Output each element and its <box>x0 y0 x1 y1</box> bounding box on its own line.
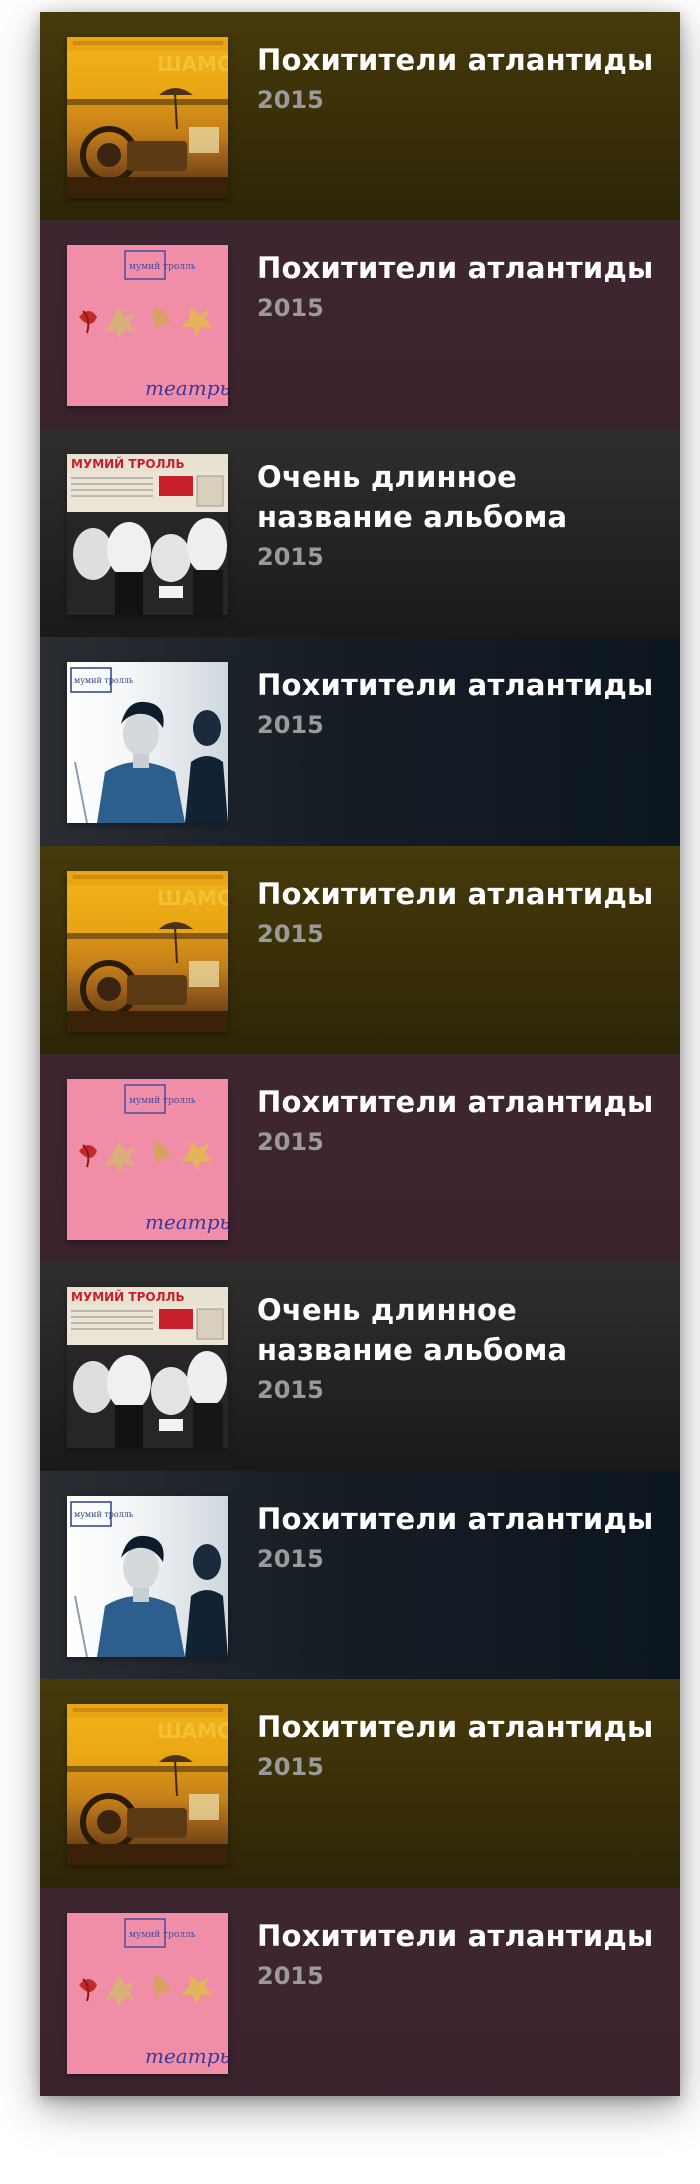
album-row-9[interactable]: ШАМОРА Похитители атлантиды 2015 <box>40 1679 680 1888</box>
album-cover: мумий тролль <box>67 1495 228 1657</box>
album-info: Похитители атлантиды 2015 <box>257 874 660 950</box>
cover-art: ШАМОРА <box>67 37 228 198</box>
album-info: Похитители атлантиды 2015 <box>257 1082 660 1158</box>
cover-art: мумий тролль театры <box>79 1084 228 1234</box>
album-year: 2015 <box>257 711 324 740</box>
cover-art: мумий тролль <box>70 1500 228 1657</box>
cover-art: мумий тролль <box>70 667 228 824</box>
album-info: Очень длинное название альбома 2015 <box>257 1290 660 1406</box>
cover-art: мумий тролль театры <box>79 1917 228 2068</box>
album-year: 2015 <box>257 1753 324 1782</box>
cover-title-text: ШАМОРА <box>157 52 228 76</box>
album-cover: мумий тролль театры <box>67 245 228 407</box>
album-row-2[interactable]: мумий тролль театры Похитители атлантиды … <box>40 220 680 429</box>
cover-art: мумий тролль театры <box>79 250 228 400</box>
album-info: Похитители атлантиды 2015 <box>257 1707 660 1783</box>
cover-art: ШАМОРА <box>67 1704 228 1866</box>
cover-script-text: театры <box>145 1210 228 1234</box>
album-row-8[interactable]: мумий тролль Похитители атлантиды 2015 <box>40 1470 680 1680</box>
album-title: Похитители атлантиды <box>257 668 654 703</box>
cover-title-text: мумий тролль <box>74 1510 134 1519</box>
album-cover: мумий тролль театры <box>67 1078 228 1240</box>
album-title: Похитители атлантиды <box>257 1710 654 1745</box>
album-row-6[interactable]: мумий тролль театры Похитители атлантиды … <box>40 1053 680 1263</box>
album-info: Похитители атлантиды 2015 <box>257 40 660 116</box>
cover-title-text: МУМИЙ ТРОЛЛЬ <box>71 456 185 471</box>
album-row-5[interactable]: ШАМОРА Похитители атлантиды 2015 <box>40 845 680 1054</box>
cover-title-text: МУМИЙ ТРОЛЛЬ <box>71 1289 185 1304</box>
album-title: Похитители атлантиды <box>257 1501 654 1536</box>
album-cover: мумий тролль <box>67 662 228 824</box>
album-title: Похитители атлантиды <box>257 1084 654 1119</box>
album-cover: МУМИЙ ТРОЛЛЬ <box>67 1287 228 1449</box>
album-row-7[interactable]: МУМИЙ ТРОЛЛЬ Очень длинное название альб… <box>40 1262 680 1471</box>
album-info: Очень длинное название альбома 2015 <box>257 457 660 573</box>
album-cover: МУМИЙ ТРОЛЛЬ <box>67 453 228 615</box>
cover-title-text: мумий тролль <box>129 262 196 272</box>
cover-title-text: мумий тролль <box>129 1096 196 1106</box>
album-year: 2015 <box>257 1544 324 1573</box>
album-info: Похитители атлантиды 2015 <box>257 248 660 324</box>
album-cover: ШАМОРА <box>67 870 228 1032</box>
album-row-3[interactable]: МУМИЙ ТРОЛЛЬ Очень длинное название альб… <box>40 428 680 638</box>
album-year: 2015 <box>257 1961 324 1990</box>
album-year: 2015 <box>257 919 324 948</box>
cover-title-text: мумий тролль <box>74 676 134 685</box>
album-year: 2015 <box>257 542 324 571</box>
album-title: Похитители атлантиды <box>257 1918 654 1953</box>
album-list: ШАМОРА Похитители атлантиды 2015 мумий т… <box>40 12 680 2096</box>
album-title: Очень длинное название альбома <box>257 459 568 534</box>
cover-art: МУМИЙ ТРОЛЛЬ <box>67 1287 228 1449</box>
cover-script-text: театры <box>145 2044 228 2068</box>
album-title: Похитители атлантиды <box>257 43 654 77</box>
album-cover: мумий тролль театры <box>67 1912 228 2074</box>
album-info: Похитители атлантиды 2015 <box>257 1499 660 1575</box>
album-year: 2015 <box>257 1376 324 1405</box>
cover-title-text: ШАМОРА <box>157 886 228 910</box>
album-row-10[interactable]: мумий тролль театры Похитители атлантиды … <box>40 1887 680 2096</box>
cover-art: МУМИЙ ТРОЛЛЬ <box>67 453 228 615</box>
album-year: 2015 <box>257 86 324 114</box>
album-cover: ШАМОРА <box>67 1704 228 1866</box>
cover-title-text: мумий тролль <box>129 1930 196 1940</box>
album-year: 2015 <box>257 294 324 323</box>
album-title: Похитители атлантиды <box>257 876 654 911</box>
album-cover: ШАМОРА <box>67 37 228 198</box>
cover-art: ШАМОРА <box>67 870 228 1032</box>
album-row-4[interactable]: мумий тролль Похитители атлантиды 2015 <box>40 637 680 846</box>
cover-script-text: театры <box>145 376 228 400</box>
album-title: Очень длинное название альбома <box>257 1293 568 1368</box>
album-info: Похитители атлантиды 2015 <box>257 1916 660 1992</box>
album-info: Похитители атлантиды 2015 <box>257 665 660 741</box>
album-year: 2015 <box>257 1127 324 1156</box>
album-row-1[interactable]: ШАМОРА Похитители атлантиды 2015 <box>40 12 680 221</box>
album-title: Похитители атлантиды <box>257 251 654 286</box>
cover-title-text: ШАМОРА <box>157 1719 228 1743</box>
